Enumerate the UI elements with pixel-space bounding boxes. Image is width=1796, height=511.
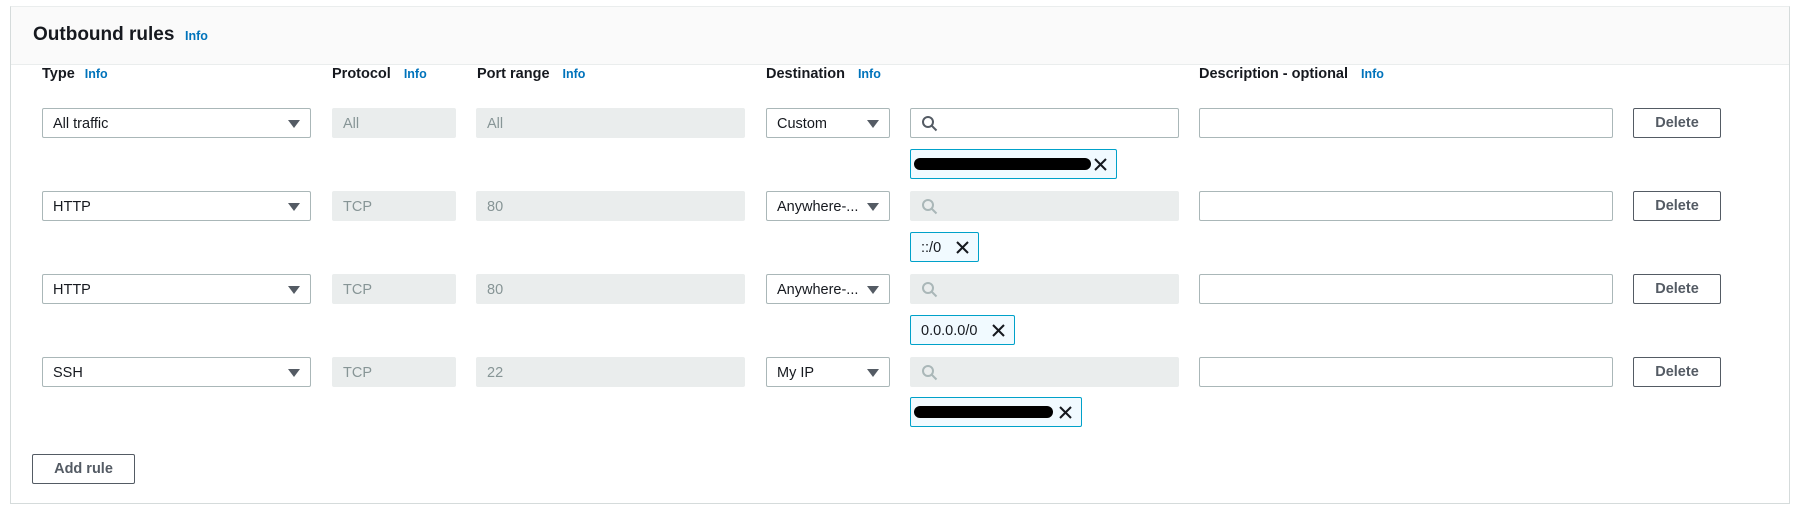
caret-down-icon	[288, 286, 300, 294]
caret-down-icon	[288, 369, 300, 377]
destination-select-value: My IP	[777, 365, 815, 381]
protocol-info-link[interactable]: Info	[404, 67, 427, 81]
destination-select-value: Anywhere-...	[777, 282, 859, 298]
destination-token: ::/0	[910, 232, 979, 262]
type-select[interactable]: HTTP	[42, 274, 311, 304]
destination-select-value: Custom	[777, 116, 827, 132]
delete-button[interactable]: Delete	[1633, 191, 1721, 221]
column-header-destination-label: Destination	[766, 66, 845, 82]
column-header-description: Description - optional Info	[1199, 66, 1384, 82]
destination-search-input	[910, 274, 1179, 304]
close-icon[interactable]	[1058, 405, 1073, 420]
destination-token	[910, 149, 1117, 179]
destination-search-input	[910, 357, 1179, 387]
redacted-value	[914, 158, 1091, 170]
delete-button[interactable]: Delete	[1633, 357, 1721, 387]
port-range-field: 22	[476, 357, 745, 387]
description-input[interactable]	[1199, 357, 1613, 387]
search-icon	[922, 365, 938, 381]
column-header-port-range-label: Port range	[477, 66, 550, 82]
delete-button[interactable]: Delete	[1633, 108, 1721, 138]
description-info-link[interactable]: Info	[1361, 67, 1384, 81]
port-range-field: All	[476, 108, 745, 138]
destination-select[interactable]: Anywhere-...	[766, 191, 890, 221]
destination-token	[910, 397, 1082, 427]
type-info-link[interactable]: Info	[85, 67, 108, 81]
search-icon	[922, 199, 938, 215]
destination-select-value: Anywhere-...	[777, 199, 859, 215]
port-range-field: 80	[476, 191, 745, 221]
type-select-value: HTTP	[53, 282, 91, 298]
type-select[interactable]: HTTP	[42, 191, 311, 221]
destination-select[interactable]: Anywhere-...	[766, 274, 890, 304]
type-select-value: All traffic	[53, 116, 109, 132]
caret-down-icon	[867, 286, 879, 294]
caret-down-icon	[867, 369, 879, 377]
type-select[interactable]: All traffic	[42, 108, 311, 138]
caret-down-icon	[867, 203, 879, 211]
destination-select[interactable]: My IP	[766, 357, 890, 387]
redacted-value	[914, 406, 1053, 418]
description-input[interactable]	[1199, 108, 1613, 138]
destination-token: 0.0.0.0/0	[910, 315, 1015, 345]
title-info-link[interactable]: Info	[185, 29, 208, 43]
description-input[interactable]	[1199, 274, 1613, 304]
close-icon[interactable]	[1093, 157, 1108, 172]
caret-down-icon	[288, 120, 300, 128]
protocol-field: TCP	[332, 191, 456, 221]
outbound-rules-panel: Outbound rules Info	[10, 6, 1790, 504]
search-icon	[922, 282, 938, 298]
add-rule-button[interactable]: Add rule	[32, 454, 135, 484]
port-range-info-link[interactable]: Info	[563, 67, 586, 81]
close-icon[interactable]	[991, 323, 1006, 338]
column-header-description-label: Description - optional	[1199, 66, 1349, 82]
destination-search-input	[910, 191, 1179, 221]
search-icon	[922, 116, 938, 132]
type-select-value: SSH	[53, 365, 83, 381]
column-header-protocol: Protocol Info	[332, 66, 427, 82]
port-range-field: 80	[476, 274, 745, 304]
protocol-field: TCP	[332, 357, 456, 387]
protocol-field: TCP	[332, 274, 456, 304]
delete-button[interactable]: Delete	[1633, 274, 1721, 304]
caret-down-icon	[288, 203, 300, 211]
column-header-port-range: Port range Info	[477, 66, 585, 82]
destination-info-link[interactable]: Info	[858, 67, 881, 81]
panel-header: Outbound rules Info	[11, 7, 1789, 65]
type-select[interactable]: SSH	[42, 357, 311, 387]
protocol-field: All	[332, 108, 456, 138]
column-header-type-label: Type	[42, 66, 75, 82]
caret-down-icon	[867, 120, 879, 128]
token-value: ::/0	[921, 240, 942, 256]
page-title: Outbound rules	[33, 24, 175, 45]
destination-select[interactable]: Custom	[766, 108, 890, 138]
column-header-destination: Destination Info	[766, 66, 881, 82]
close-icon[interactable]	[955, 240, 970, 255]
type-select-value: HTTP	[53, 199, 91, 215]
column-header-type: Type Info	[42, 66, 108, 82]
column-header-protocol-label: Protocol	[332, 66, 391, 82]
token-value: 0.0.0.0/0	[921, 323, 978, 339]
destination-search-input[interactable]	[910, 108, 1179, 138]
description-input[interactable]	[1199, 191, 1613, 221]
